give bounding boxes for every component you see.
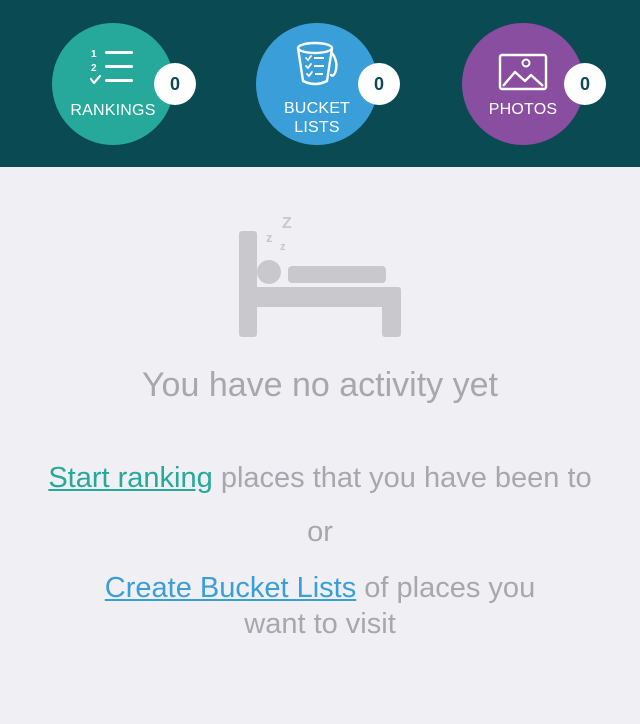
bucket-checklist-icon <box>293 41 341 94</box>
ranking-prompt: Start ranking places that you have been … <box>0 460 640 496</box>
photos-count-badge: 0 <box>564 63 606 105</box>
bucket-lists-label-line2: LISTS <box>294 119 340 136</box>
create-bucket-lists-link[interactable]: Create Bucket Lists <box>105 572 356 604</box>
svg-text:1: 1 <box>91 49 97 60</box>
photos-label: PHOTOS <box>488 101 558 118</box>
svg-text:2: 2 <box>91 63 97 74</box>
rankings-label: RANKINGS <box>70 102 156 119</box>
image-icon <box>498 53 548 96</box>
sleeping-in-bed-icon: z z Z <box>236 214 406 344</box>
svg-text:z: z <box>280 241 286 253</box>
bucket-prompt-text: of places you <box>356 572 536 604</box>
empty-state-title: You have no activity yet <box>142 366 498 404</box>
bucket-prompt: Create Bucket Lists of places you <box>0 570 640 606</box>
svg-text:z: z <box>266 230 273 245</box>
bucket-prompt-line2: want to visit <box>244 608 396 640</box>
or-separator: or <box>307 516 333 548</box>
svg-text:Z: Z <box>282 215 292 232</box>
bucket-lists-label-line1: BUCKET <box>283 100 351 117</box>
photos-stat-button[interactable]: PHOTOS 0 <box>462 23 606 145</box>
start-ranking-link[interactable]: Start ranking <box>48 462 212 494</box>
stats-header: 1 2 RANKINGS 0 BUCKET LISTS 0 PHOTOS 0 <box>0 0 640 167</box>
bucket-lists-count-badge: 0 <box>358 63 400 105</box>
rankings-count-badge: 0 <box>154 63 196 105</box>
rankings-stat-button[interactable]: 1 2 RANKINGS 0 <box>52 23 196 145</box>
ranking-prompt-text: places that you have been to <box>212 462 592 494</box>
numbered-list-icon: 1 2 <box>89 47 137 92</box>
bucket-lists-stat-button[interactable]: BUCKET LISTS 0 <box>256 23 400 145</box>
